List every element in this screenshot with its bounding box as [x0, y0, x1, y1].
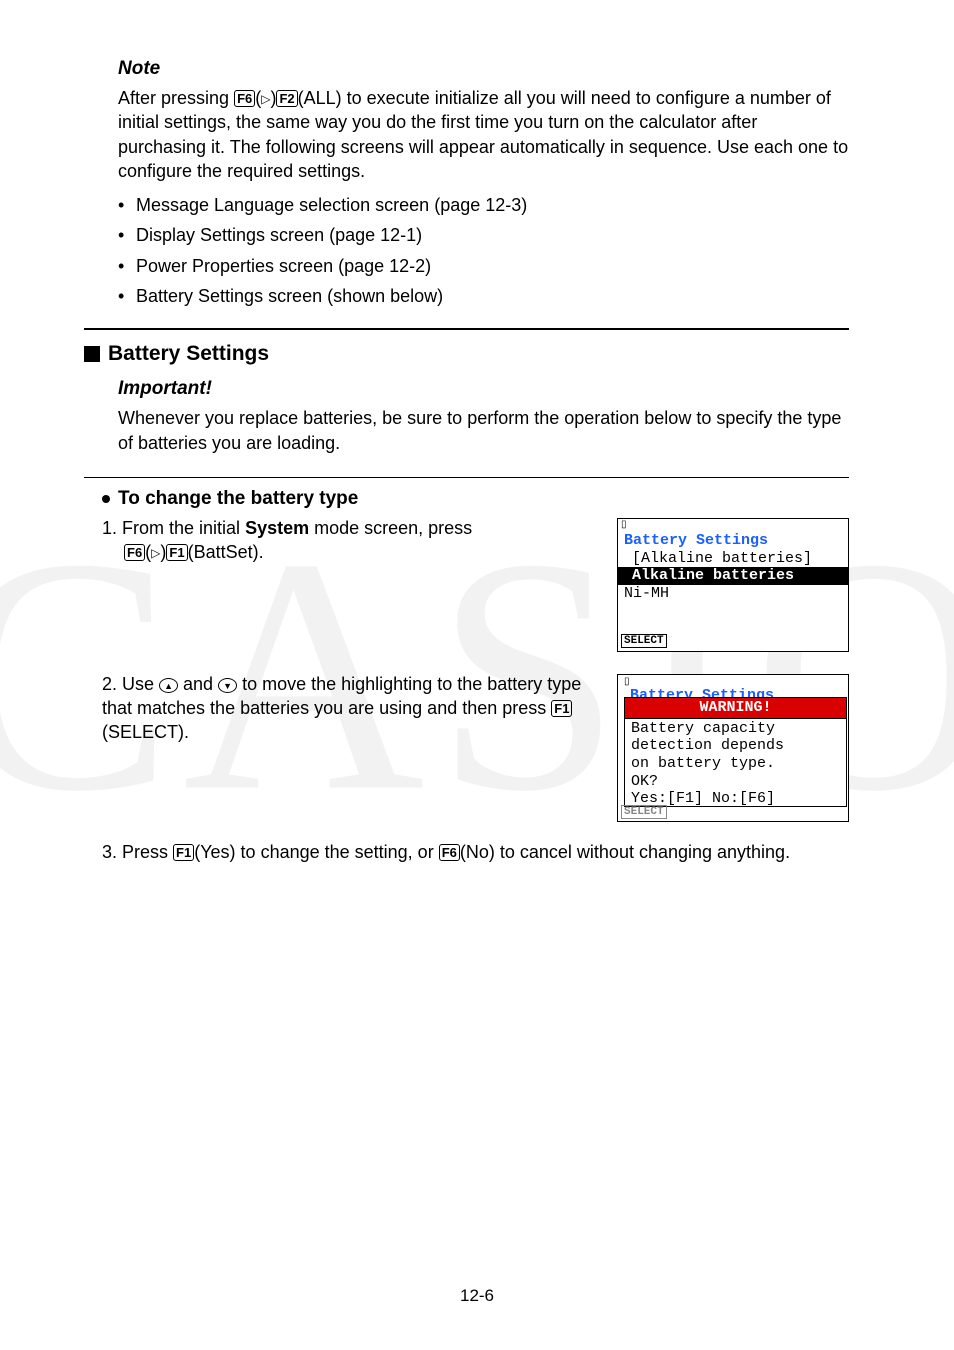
- note-bullet-list: Message Language selection screen (page …: [118, 193, 849, 308]
- text: (SELECT).: [102, 722, 189, 742]
- down-arrow-icon: ▼: [218, 678, 237, 693]
- step-1-text: 1. From the initial System mode screen, …: [102, 516, 597, 565]
- subsection-heading: To change the battery type: [102, 488, 849, 510]
- text: (ALL): [298, 88, 342, 108]
- key-f6: F6: [234, 90, 255, 107]
- important-label: Important!: [118, 378, 849, 400]
- text: 2. Use: [102, 674, 159, 694]
- warning-dialog: WARNING! Battery capacity detection depe…: [624, 697, 847, 807]
- softkey-select-dimmed: SELECT: [621, 805, 667, 819]
- key-f6: F6: [124, 544, 145, 561]
- screen-title: Battery Settings: [618, 532, 848, 550]
- key-f1: F1: [166, 544, 187, 561]
- divider: [84, 328, 849, 330]
- dot-bullet-icon: [102, 495, 110, 503]
- screen-highlighted-line: Alkaline batteries: [618, 567, 848, 585]
- calculator-screen-1: ▯ Battery Settings [Alkaline batteries] …: [617, 518, 849, 652]
- text: (No) to cancel without changing anything…: [460, 842, 790, 862]
- text: and: [178, 674, 218, 694]
- note-heading: Note: [118, 58, 849, 80]
- page-number: 12-6: [0, 1286, 954, 1306]
- triangle-right-icon: ▷: [261, 92, 270, 106]
- text: 3. Press: [102, 842, 173, 862]
- battery-icon: ▯: [618, 519, 848, 532]
- square-bullet-icon: [84, 346, 100, 362]
- screen-subtitle: [Alkaline batteries]: [618, 550, 848, 568]
- calculator-screen-2: ▯ Battery Settings WARNING! Battery capa…: [617, 674, 849, 822]
- up-arrow-icon: ▲: [159, 678, 178, 693]
- step-2-text: 2. Use ▲ and ▼ to move the highlighting …: [102, 672, 597, 745]
- step-3: 3. Press F1(Yes) to change the setting, …: [102, 840, 849, 864]
- section-heading: Battery Settings: [84, 342, 849, 366]
- list-item: Battery Settings screen (shown below): [118, 284, 849, 308]
- list-item: Display Settings screen (page 12-1): [118, 223, 849, 247]
- divider-thin: [84, 477, 849, 478]
- text: (BattSet).: [188, 542, 264, 562]
- text: After pressing: [118, 88, 234, 108]
- key-f1: F1: [173, 844, 194, 861]
- heading-text: Battery Settings: [108, 342, 269, 366]
- subheading-text: To change the battery type: [118, 488, 358, 510]
- step-1: 1. From the initial System mode screen, …: [102, 516, 849, 652]
- warning-header: WARNING!: [625, 698, 846, 719]
- key-f2: F2: [276, 90, 297, 107]
- text: (Yes) to change the setting, or: [194, 842, 439, 862]
- step-2: 2. Use ▲ and ▼ to move the highlighting …: [102, 672, 849, 822]
- text: mode screen, press: [309, 518, 472, 538]
- list-item: Message Language selection screen (page …: [118, 193, 849, 217]
- bold-text: System: [245, 518, 309, 538]
- text: 1. From the initial: [102, 518, 245, 538]
- warning-body: Battery capacity detection depends on ba…: [625, 719, 846, 809]
- important-text: Whenever you replace batteries, be sure …: [118, 406, 849, 455]
- softkey-select: SELECT: [621, 634, 667, 648]
- list-item: Power Properties screen (page 12-2): [118, 254, 849, 278]
- screen-line: Ni-MH: [618, 585, 848, 603]
- note-paragraph: After pressing F6(▷)F2(ALL) to execute i…: [118, 86, 849, 183]
- triangle-right-icon: ▷: [151, 546, 160, 560]
- key-f1: F1: [551, 700, 572, 717]
- key-f6: F6: [439, 844, 460, 861]
